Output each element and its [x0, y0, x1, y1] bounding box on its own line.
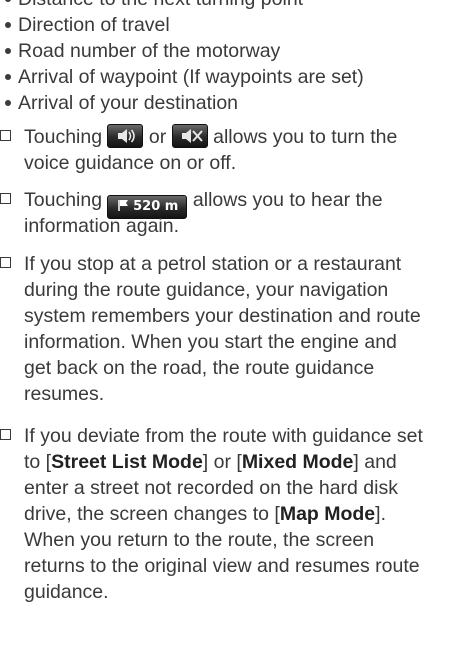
- list-item: Arrival of your destination: [0, 90, 364, 116]
- bullet-dot: [5, 48, 11, 54]
- bullet-list: Distance to the next turning point Direc…: [0, 0, 364, 116]
- checkbox-bullet-icon: [0, 257, 11, 268]
- speaker-mute-icon: [171, 124, 208, 148]
- mixed-mode-label: Mixed Mode: [241, 451, 354, 473]
- bullet-dot: [5, 22, 11, 28]
- list-item: Distance to the next turning point: [0, 0, 364, 12]
- speaker-icon: [107, 124, 144, 148]
- note-deviate-route: If you deviate from the route with guida…: [0, 423, 463, 605]
- flag-icon: [117, 200, 128, 211]
- list-item: Road number of the motorway: [0, 38, 364, 64]
- note-petrol-station: If you stop at a petrol station or a res…: [0, 251, 463, 407]
- checkbox-bullet-icon: [0, 193, 11, 204]
- bullet-dot: [5, 74, 11, 80]
- street-list-mode-label: Street List Mode: [51, 451, 203, 473]
- checkbox-bullet-icon: [0, 429, 11, 440]
- bullet-dot: [5, 100, 11, 106]
- list-item: Arrival of waypoint (If waypoints are se…: [0, 64, 364, 90]
- list-item: Direction of travel: [0, 12, 364, 38]
- checkbox-bullet-icon: [0, 130, 11, 141]
- map-mode-label: Map Mode: [279, 503, 376, 525]
- bullet-dot: [5, 0, 11, 2]
- note-repeat-info: Touching 520 m allows you to hear the in…: [0, 187, 463, 239]
- note-voice-guidance: Touching or allows you to turn the voice…: [0, 124, 463, 176]
